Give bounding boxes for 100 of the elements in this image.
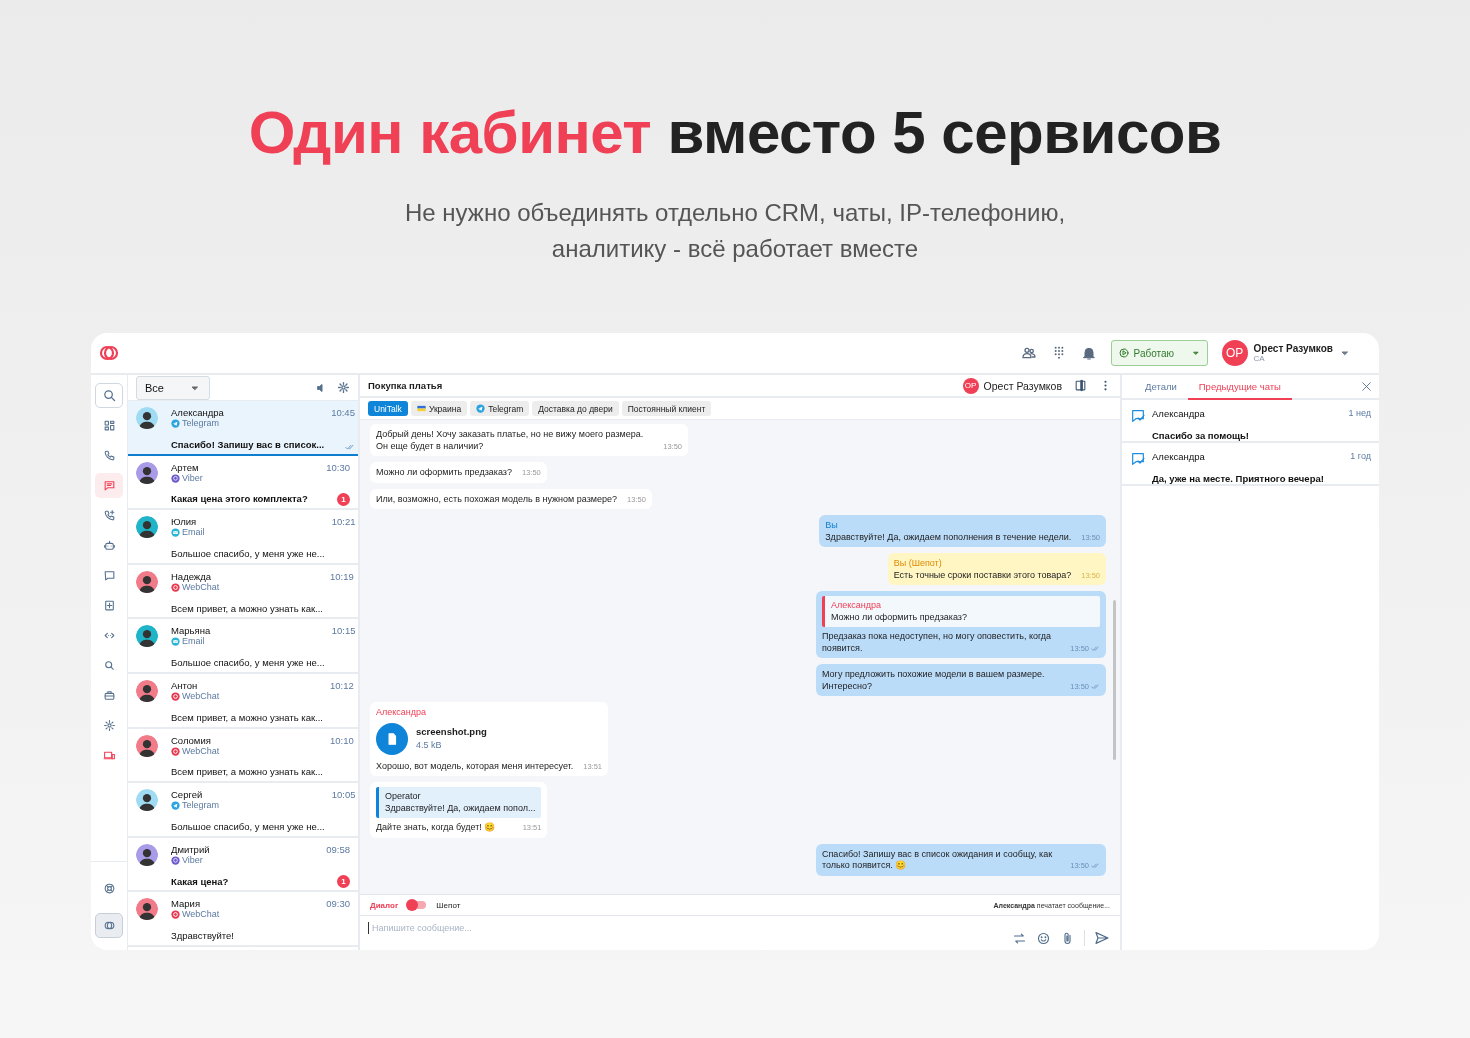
contact-name: Александра — [1152, 408, 1206, 421]
scrollbar[interactable] — [1113, 600, 1116, 760]
lifebuoy-icon — [102, 882, 116, 895]
status-dropdown[interactable]: Работаю — [1110, 340, 1208, 366]
message-preview: Всем привет, а можно узнать как... — [171, 766, 323, 780]
viber-icon — [171, 473, 180, 483]
dialog-label: Диалог — [370, 900, 399, 910]
message-preview: Спасибо! Запишу вас в список... — [171, 438, 325, 452]
channel-label: Telegram — [182, 418, 219, 429]
message-time: 10:05 — [331, 789, 356, 803]
message-text: Можно ли оформить предзаказ? — [376, 467, 512, 479]
send-icon[interactable] — [1094, 930, 1110, 946]
message-time: 10:30 — [326, 461, 350, 475]
message-time: 09:58 — [326, 843, 350, 857]
channel-label: WebChat — [182, 690, 220, 702]
contact-name: Соломия — [171, 734, 212, 746]
settings-icon[interactable] — [337, 381, 350, 394]
side-panel-icon[interactable] — [1074, 379, 1087, 392]
quote-text: Здравствуйте! Да, ожидаем попол... — [385, 802, 536, 814]
message-time: 10:10 — [330, 734, 354, 748]
message-text: Или, возможно, есть похожая модель в нужном размере? — [376, 493, 618, 505]
webchat-icon — [171, 910, 180, 920]
swap-icon[interactable] — [1012, 930, 1027, 946]
chat-button[interactable] — [95, 473, 123, 498]
tag[interactable]: Постоянный клиент — [621, 401, 712, 416]
contact-name: Мария — [171, 898, 201, 910]
operator-avatar: OP — [962, 377, 979, 394]
flag-icon — [416, 404, 426, 413]
bell-icon[interactable] — [1080, 345, 1097, 361]
chat-title: Покупка платья — [368, 380, 443, 391]
webchat-icon — [171, 582, 180, 592]
contact-name: Артем — [171, 461, 200, 473]
contact-name: Марьяна — [171, 625, 212, 637]
contact-name: Юлия — [171, 516, 198, 528]
contact-name: Сергей — [171, 789, 203, 801]
message-preview: Большое спасибо, у меня уже не... — [171, 820, 325, 834]
user-avatar: OP — [1221, 340, 1248, 366]
message-preview: Да, уже на месте. Приятного вечера! — [1152, 472, 1325, 484]
file-icon — [376, 722, 408, 755]
message-preview: Спасибо за помощь! — [1152, 429, 1250, 441]
message-time: 10:12 — [330, 679, 354, 693]
message-text: Здравствуйте! Да, ожидаем пополнения в течение недели. — [825, 531, 1072, 543]
channel-label: Email — [182, 636, 205, 648]
message-text: Дайте знать, когда будет! 😊 — [376, 822, 497, 834]
unread-badge: 1 — [337, 875, 350, 889]
message-time: 10:21 — [331, 516, 356, 530]
message-preview: Какая цена этого комплекта? — [171, 493, 309, 507]
channel-label: WebChat — [182, 581, 220, 593]
filter-dropdown[interactable]: Все — [136, 375, 210, 400]
envelope-icon — [171, 528, 180, 538]
telegram-icon — [171, 801, 180, 811]
whisper-label: Шепот — [436, 900, 461, 910]
message-time: 10:15 — [331, 625, 356, 639]
message-time: 10:19 — [330, 570, 354, 584]
search-button[interactable] — [95, 383, 123, 408]
emoji-icon[interactable] — [1036, 930, 1051, 946]
phone-plus-icon — [102, 509, 116, 522]
message-time: 10:45 — [331, 407, 355, 420]
message-time: 09:30 — [326, 898, 350, 912]
message-text: Спасибо! Запишу вас в список ожидания и сообщу, как только появится. 😊 — [822, 848, 1054, 872]
play-icon — [1117, 347, 1130, 359]
channel-label: Email — [182, 527, 205, 539]
message-preview: Какая цена? — [171, 875, 230, 889]
tab[interactable]: Детали — [1134, 375, 1188, 400]
chat-bubble-icon — [1130, 408, 1146, 424]
chat-age: 1 год — [1350, 451, 1371, 463]
webchat-icon — [171, 746, 180, 756]
contacts-icon[interactable] — [1020, 345, 1037, 361]
tag[interactable]: Telegram — [470, 401, 530, 416]
contact-name: Надежда — [171, 570, 213, 582]
message-preview: Всем привет, а можно узнать как... — [171, 602, 323, 616]
user-role: CA — [1253, 354, 1266, 363]
message-preview: Всем привет, а можно узнать как... — [171, 711, 323, 725]
robot-icon — [102, 539, 116, 552]
tag[interactable]: Доставка до двери — [532, 401, 619, 416]
telegram-icon — [476, 404, 486, 413]
message-text: Хорошо, вот модель, которая меня интересует. — [376, 760, 574, 772]
tag[interactable]: UniTalk — [368, 401, 408, 416]
file-name: screenshot.png — [416, 725, 487, 737]
user-name: Орест Разумков — [1253, 343, 1333, 354]
search-icon — [102, 659, 116, 672]
quote-text: Можно ли оформить предзаказ? — [831, 611, 968, 623]
message-text: Могу предложить похожие модели в вашем размере. Интересно? — [822, 669, 1046, 692]
channel-label: Viber — [182, 472, 203, 484]
channel-label: Viber — [182, 854, 203, 866]
logo-button[interactable] — [95, 913, 123, 938]
dashboard-icon — [102, 419, 116, 432]
envelope-icon — [171, 637, 180, 647]
mode-toggle[interactable] — [408, 901, 427, 909]
plus-square-icon — [102, 599, 116, 612]
search-icon — [101, 388, 117, 403]
file-size: 4.5 kB — [416, 740, 443, 752]
chat-age: 1 нед — [1348, 408, 1371, 420]
unread-badge: 1 — [337, 493, 350, 507]
chat-list-item[interactable]: Александра Telegram 10:45 Спасибо! Запишу вас в список... — [128, 401, 358, 456]
headline: Один кабинет вместо 5 сервисов — [248, 98, 1222, 167]
channel-label: WebChat — [182, 745, 220, 757]
tag[interactable]: Украина — [410, 401, 468, 416]
briefcase-icon — [102, 689, 116, 702]
contact-name: Александра — [171, 407, 225, 418]
